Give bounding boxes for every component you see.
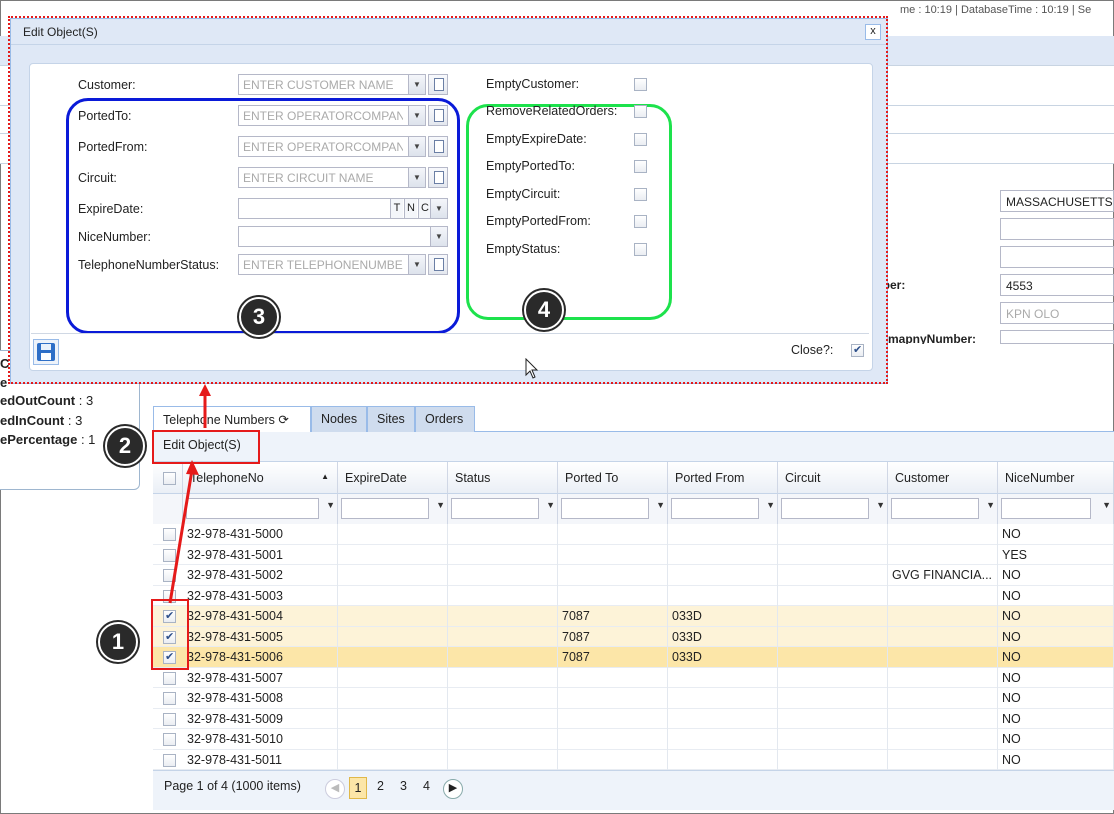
step-badge-4: 4 [524, 290, 564, 330]
step-badge-1: 1 [98, 622, 138, 662]
annotation-arrows [168, 384, 211, 604]
step-badge-3: 3 [239, 297, 279, 337]
step-badge-2: 2 [105, 426, 145, 466]
